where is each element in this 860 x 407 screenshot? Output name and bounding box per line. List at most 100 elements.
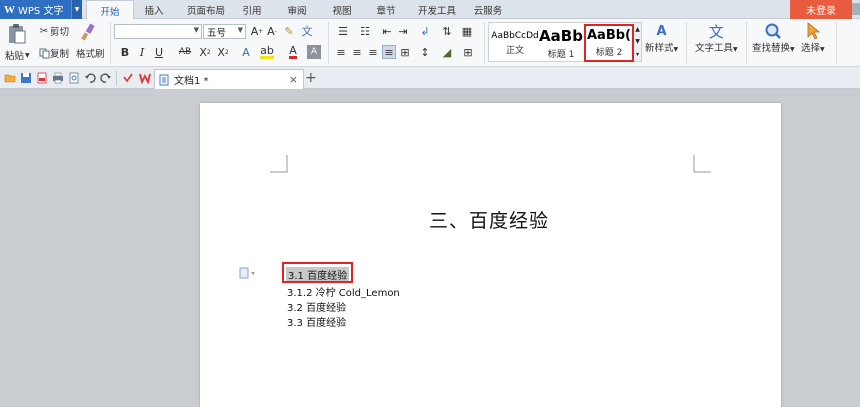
document-page[interactable]: 三、百度经验 3.1 百度经验 3.1.2 冷柠 Cold_Lemon 3.2 … xyxy=(200,103,781,407)
italic-icon[interactable]: I xyxy=(135,45,149,59)
sort-icon[interactable]: ⇅ xyxy=(440,24,454,38)
divider xyxy=(116,71,117,85)
underline-icon[interactable]: U xyxy=(152,45,166,59)
new-style-button[interactable]: A 新样式▼ xyxy=(645,22,678,55)
open-folder-icon[interactable] xyxy=(4,72,16,84)
quick-access-bar: 文档1 * × + xyxy=(0,67,860,89)
cut-button[interactable]: ✂ 剪切 xyxy=(38,24,69,39)
ribbon: 粘贴 ▼ ✂ 剪切 复制 格式刷 ▼ 五号 ▼ A + A- ✎ 文 B I U AB … xyxy=(0,19,860,67)
decrease-indent-icon[interactable]: ⇤ xyxy=(380,24,394,38)
shrink-font-icon[interactable]: A- xyxy=(265,24,279,38)
style-gallery: AaBbCcDd 正文 AaBb 标题 1 AaBb( 标题 2 xyxy=(488,22,634,62)
divider xyxy=(836,22,837,64)
divider xyxy=(686,22,687,64)
tab-view[interactable]: 视图 xyxy=(328,0,356,19)
align-right-icon[interactable]: ≡ xyxy=(366,45,380,59)
window-control[interactable] xyxy=(852,3,860,15)
customize-toolbar-icon[interactable] xyxy=(122,72,134,84)
clear-format-icon[interactable]: ✎ xyxy=(282,24,296,38)
document-canvas[interactable]: 三、百度经验 3.1 百度经验 3.1.2 冷柠 Cold_Lemon 3.2 … xyxy=(0,89,860,407)
toc-item[interactable]: 3.2 百度经验 xyxy=(287,299,346,314)
text-tools-button[interactable]: 文 文字工具▼ xyxy=(695,22,738,55)
toc-item[interactable]: 3.3 百度经验 xyxy=(287,314,346,329)
selection-highlight-box xyxy=(282,262,353,283)
toc-item[interactable]: 3.1.2 冷柠 Cold_Lemon xyxy=(287,284,400,299)
tab-home[interactable]: 开始 xyxy=(86,0,134,20)
style-gallery-scrollbar[interactable]: ▲ ▼ ▾ xyxy=(634,22,642,62)
chevron-down-icon: ▼ xyxy=(237,26,243,34)
distribute-icon[interactable]: ⊞ xyxy=(398,45,412,59)
divider xyxy=(110,22,111,64)
close-icon[interactable]: × xyxy=(289,73,298,86)
copy-icon xyxy=(38,47,50,59)
style-heading-2[interactable]: AaBb( 标题 2 xyxy=(584,24,634,62)
tab-page-layout[interactable]: 页面布局 xyxy=(178,0,234,19)
scissors-icon: ✂ xyxy=(39,25,49,37)
wps-logo: W xyxy=(4,3,15,16)
margin-corner-mark xyxy=(270,155,288,173)
shading-icon[interactable]: ◢ xyxy=(440,45,454,59)
save-icon[interactable] xyxy=(20,72,32,84)
increase-indent-icon[interactable]: ⇥ xyxy=(396,24,410,38)
tab-review[interactable]: 审阅 xyxy=(283,0,311,19)
justify-icon[interactable]: ≡ xyxy=(382,45,396,59)
redo-icon[interactable] xyxy=(100,72,112,84)
chevron-down-icon: ▼ xyxy=(193,26,199,34)
app-name: WPS 文字 xyxy=(18,6,64,17)
search-icon xyxy=(763,22,783,40)
undo-icon[interactable] xyxy=(84,72,96,84)
text-effect-icon[interactable]: A xyxy=(239,45,253,59)
tab-chapter[interactable]: 章节 xyxy=(372,0,400,19)
border-icon[interactable]: ⊞ xyxy=(461,45,475,59)
font-size-select[interactable]: 五号 ▼ xyxy=(203,24,246,39)
find-replace-button[interactable]: 查找替换▼ xyxy=(752,22,795,54)
select-button[interactable]: 选择▼ xyxy=(801,22,825,54)
tab-cloud[interactable]: 云服务 xyxy=(470,0,506,19)
app-menu-button[interactable]: W WPS 文字 ▼ xyxy=(0,0,82,19)
paste-icon[interactable] xyxy=(6,23,28,45)
style-heading-1[interactable]: AaBb 标题 1 xyxy=(539,25,583,61)
brush-icon[interactable] xyxy=(80,23,96,41)
format-painter-button[interactable]: 格式刷 xyxy=(76,46,105,60)
print-preview-icon[interactable] xyxy=(68,72,80,84)
style-normal[interactable]: AaBbCcDd 正文 xyxy=(491,25,539,61)
divider xyxy=(746,22,747,64)
strikethrough-icon[interactable]: AB xyxy=(174,45,196,59)
align-left-icon[interactable]: ≡ xyxy=(334,45,348,59)
document-tab-title: 文档1 * xyxy=(174,76,209,87)
paste-button[interactable]: 粘贴 ▼ xyxy=(5,48,30,62)
divider xyxy=(328,22,329,64)
numbered-list-icon[interactable]: ☷ xyxy=(356,24,374,38)
export-pdf-icon[interactable] xyxy=(36,72,48,84)
paragraph-handle-icon[interactable] xyxy=(239,267,257,279)
align-center-icon[interactable]: ≡ xyxy=(350,45,364,59)
cursor-icon xyxy=(803,22,823,40)
char-shading-icon[interactable]: A xyxy=(307,45,321,59)
tab-developer[interactable]: 开发工具 xyxy=(412,0,462,19)
tab-references[interactable]: 引用 xyxy=(238,0,266,19)
document-tab[interactable]: 文档1 * × xyxy=(154,69,304,89)
copy-button[interactable]: 复制 xyxy=(38,46,69,60)
line-break-icon[interactable]: ↲ xyxy=(418,24,432,38)
print-icon[interactable] xyxy=(52,72,64,84)
highlight-icon[interactable]: ab xyxy=(260,45,274,59)
superscript-icon[interactable]: X2 xyxy=(198,45,212,59)
menu-bar: W WPS 文字 ▼ 开始 插入 页面布局 引用 审阅 视图 章节 开发工具 云… xyxy=(0,0,860,20)
document-heading[interactable]: 三、百度经验 xyxy=(429,206,549,233)
font-name-select[interactable]: ▼ xyxy=(114,24,202,39)
app-menu-caret-icon[interactable]: ▼ xyxy=(71,0,82,19)
add-tab-icon[interactable]: + xyxy=(305,70,317,86)
font-color-icon[interactable]: A xyxy=(286,45,300,59)
new-style-icon: A xyxy=(656,23,667,39)
bold-icon[interactable]: B xyxy=(118,45,132,59)
grow-font-icon[interactable]: A + xyxy=(250,24,264,38)
tab-insert[interactable]: 插入 xyxy=(138,0,170,19)
wps-doc-icon[interactable] xyxy=(139,72,151,84)
login-button[interactable]: 未登录 xyxy=(790,0,852,19)
phonetic-icon[interactable]: 文 xyxy=(300,24,314,38)
subscript-icon[interactable]: X2 xyxy=(216,45,230,59)
line-spacing-icon[interactable]: ↕ xyxy=(418,45,432,59)
margin-corner-mark xyxy=(693,155,711,173)
bullet-list-icon[interactable]: ☰ xyxy=(334,24,352,38)
table-icon[interactable]: ▦ xyxy=(460,24,474,38)
